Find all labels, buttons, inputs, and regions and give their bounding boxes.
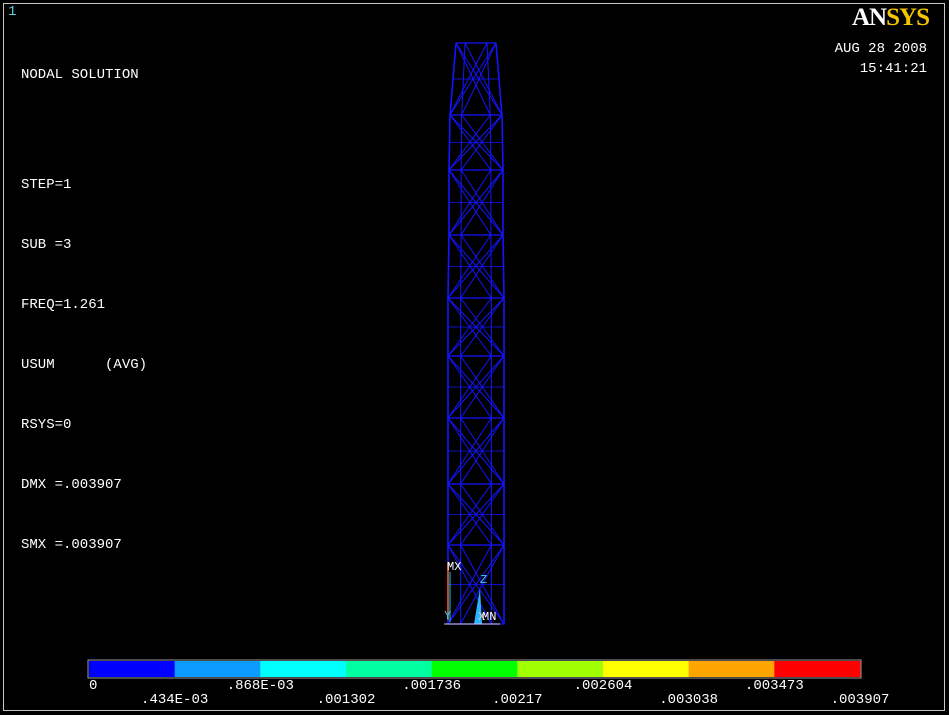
legend-swatch [89, 661, 176, 677]
legend-swatch [260, 661, 347, 677]
model-canvas[interactable]: MX Z Y X MN [0, 0, 949, 715]
label-mn: MN [482, 610, 496, 624]
legend-swatch [603, 661, 690, 677]
legend-swatch [174, 661, 261, 677]
label-y: Y [444, 609, 451, 623]
tower-wireframe[interactable] [447, 42, 505, 625]
contour-legend-bar [87, 659, 862, 679]
label-z: Z [480, 573, 487, 587]
legend-swatch [346, 661, 433, 677]
label-mx: MX [447, 560, 461, 574]
legend-swatch [774, 661, 861, 677]
legend-swatch [688, 661, 775, 677]
legend-swatch [431, 661, 518, 677]
legend-swatch [517, 661, 604, 677]
graphics-viewport[interactable]: 1 NODAL SOLUTION STEP=1 SUB =3 FREQ=1.26… [0, 0, 949, 715]
